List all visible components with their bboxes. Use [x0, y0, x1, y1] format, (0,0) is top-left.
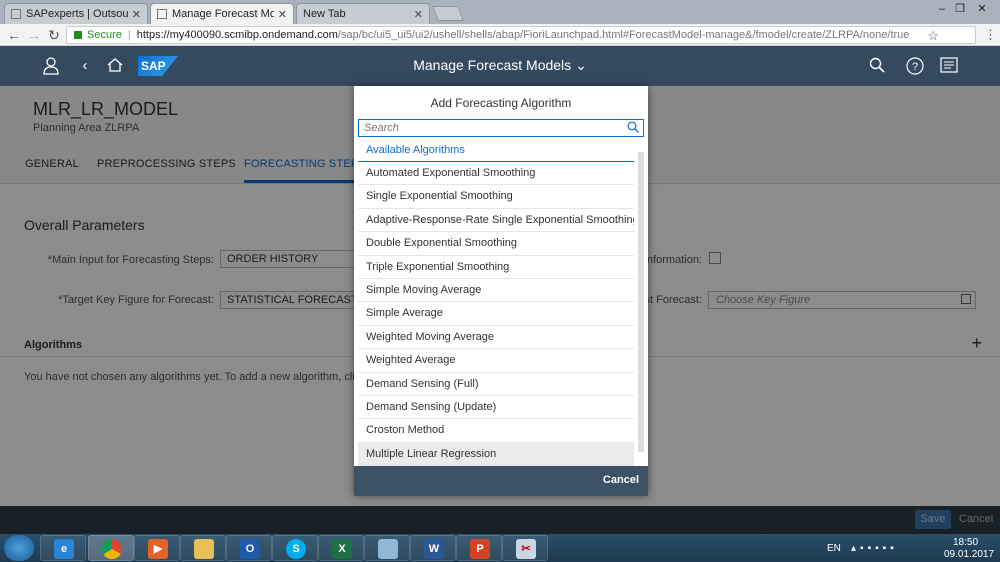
page-favicon-icon [157, 9, 167, 19]
algorithm-search[interactable] [358, 119, 644, 137]
back-arrow-icon[interactable]: ← [6, 27, 22, 43]
screen: SAPexperts | Outsourcing ✕ Manage Foreca… [0, 0, 1000, 562]
windows-taskbar: e ▶ O S X W P ✂ EN ▴▪▪▪▪▪ 18:50 09.01.20… [0, 534, 1000, 562]
dialog-title: Add Forecasting Algorithm [430, 96, 572, 110]
excel-icon: X [332, 539, 352, 559]
url-host: https://my400090.scmibp.ondemand.com [136, 29, 338, 41]
app-title-menu[interactable]: Manage Forecast Models ⌄ [0, 57, 1000, 74]
close-tab-icon[interactable]: ✕ [132, 8, 141, 21]
url-path: /sap/bc/ui5_ui5/ui2/ushell/shells/abap/F… [337, 29, 910, 41]
algorithm-item-single-exponential-smoothing[interactable]: Single Exponential Smoothing [358, 185, 634, 209]
browser-tab-strip: SAPexperts | Outsourcing ✕ Manage Foreca… [0, 0, 1000, 24]
app-title: Manage Forecast Models [413, 57, 572, 73]
search-icon[interactable] [868, 57, 886, 75]
taskbar-chrome[interactable] [88, 535, 134, 561]
algorithm-item-automated-exponential-smoothing[interactable]: Automated Exponential Smoothing [358, 162, 634, 186]
lock-icon [74, 31, 82, 39]
dialog-footer: Cancel [354, 466, 648, 496]
algorithm-list: Available Algorithms Automated Exponenti… [358, 142, 644, 466]
taskbar-file-explorer[interactable] [180, 535, 226, 561]
shell-bar: ‹ SAP Manage Forecast Models ⌄ ? [0, 46, 1000, 86]
close-tab-icon[interactable]: ✕ [278, 8, 287, 21]
secure-label: Secure [87, 29, 122, 41]
new-tab-button[interactable] [432, 6, 464, 21]
taskbar-skype[interactable]: S [272, 535, 318, 561]
forward-arrow-icon[interactable]: → [26, 27, 42, 43]
start-button[interactable] [4, 535, 34, 561]
browser-tab-label: SAPexperts | Outsourcing [26, 8, 128, 20]
taskbar-word[interactable]: W [410, 535, 456, 561]
notepad-icon [378, 539, 398, 559]
browser-menu-icon[interactable]: ⋮ [984, 27, 997, 43]
folder-icon [194, 539, 214, 559]
search-input[interactable] [359, 120, 614, 136]
close-window-icon[interactable]: ✕ [975, 2, 989, 16]
algorithm-item-demand-sensing-update[interactable]: Demand Sensing (Update) [358, 396, 634, 420]
close-tab-icon[interactable]: ✕ [414, 8, 423, 21]
language-indicator[interactable]: EN [827, 543, 841, 554]
chrome-icon [102, 539, 122, 559]
address-bar[interactable]: Secure | https://my400090.scmibp.ondeman… [66, 26, 976, 44]
list-group-header: Available Algorithms [358, 142, 634, 162]
taskbar-notepad[interactable] [364, 535, 410, 561]
search-icon[interactable] [627, 121, 639, 136]
skype-icon: S [286, 539, 306, 559]
clock-date[interactable]: 09.01.2017 [944, 549, 994, 560]
powerpoint-icon: P [470, 539, 490, 559]
dialog-cancel-button[interactable]: Cancel [603, 474, 639, 486]
browser-tab-label: Manage Forecast Models [172, 8, 274, 20]
clock-time[interactable]: 18:50 [953, 537, 978, 548]
internet-explorer-icon: e [54, 539, 74, 559]
browser-tab-new[interactable]: New Tab ✕ [296, 3, 430, 24]
taskbar-powerpoint[interactable]: P [456, 535, 502, 561]
taskbar-media-player[interactable]: ▶ [134, 535, 180, 561]
algorithm-item-simple-moving-average[interactable]: Simple Moving Average [358, 279, 634, 303]
taskbar-outlook[interactable]: O [226, 535, 272, 561]
algorithm-item-simple-average[interactable]: Simple Average [358, 302, 634, 326]
media-player-icon: ▶ [148, 539, 168, 559]
algorithm-item-croston-method[interactable]: Croston Method [358, 419, 634, 443]
algorithm-item-double-exponential-smoothing[interactable]: Double Exponential Smoothing [358, 232, 634, 256]
outlook-icon: O [240, 539, 260, 559]
algorithm-item-triple-exponential-smoothing[interactable]: Triple Exponential Smoothing [358, 256, 634, 279]
reload-icon[interactable]: ↻ [46, 27, 62, 43]
bookmark-star-icon[interactable]: ☆ [927, 28, 939, 43]
svg-text:?: ? [912, 61, 918, 73]
snipping-tool-icon: ✂ [516, 539, 536, 559]
algorithm-item-demand-sensing-full[interactable]: Demand Sensing (Full) [358, 373, 634, 396]
taskbar-excel[interactable]: X [318, 535, 364, 561]
add-algorithm-dialog: Add Forecasting Algorithm Available Algo… [354, 86, 648, 496]
url-separator: | [127, 29, 131, 41]
help-icon[interactable]: ? [906, 57, 924, 75]
page-favicon-icon [11, 9, 21, 19]
browser-toolbar: ← → ↻ Secure | https://my400090.scmibp.o… [0, 24, 1000, 46]
algorithm-item-multiple-linear-regression[interactable]: Multiple Linear Regression [358, 442, 634, 466]
algorithm-item-weighted-moving-average[interactable]: Weighted Moving Average [358, 326, 634, 350]
word-icon: W [424, 539, 444, 559]
restore-icon[interactable]: ❐ [953, 2, 967, 16]
algorithm-item-adaptive-response-rate[interactable]: Adaptive-Response-Rate Single Exponentia… [358, 209, 634, 233]
chevron-down-icon: ⌄ [575, 57, 587, 73]
taskbar-snipping-tool[interactable]: ✂ [502, 535, 548, 561]
algorithm-item-weighted-average[interactable]: Weighted Average [358, 349, 634, 373]
system-tray-icons[interactable]: ▴▪▪▪▪▪ [851, 543, 898, 554]
list-scrollbar[interactable] [638, 152, 644, 452]
minimize-icon[interactable]: ‒ [935, 2, 949, 16]
taskbar-internet-explorer[interactable]: e [40, 535, 86, 561]
browser-tab-manage-forecast[interactable]: Manage Forecast Models ✕ [150, 3, 294, 24]
browser-tab-label: New Tab [303, 8, 346, 20]
notifications-list-icon[interactable] [940, 57, 958, 75]
browser-tab-sapexperts[interactable]: SAPexperts | Outsourcing ✕ [4, 3, 148, 24]
